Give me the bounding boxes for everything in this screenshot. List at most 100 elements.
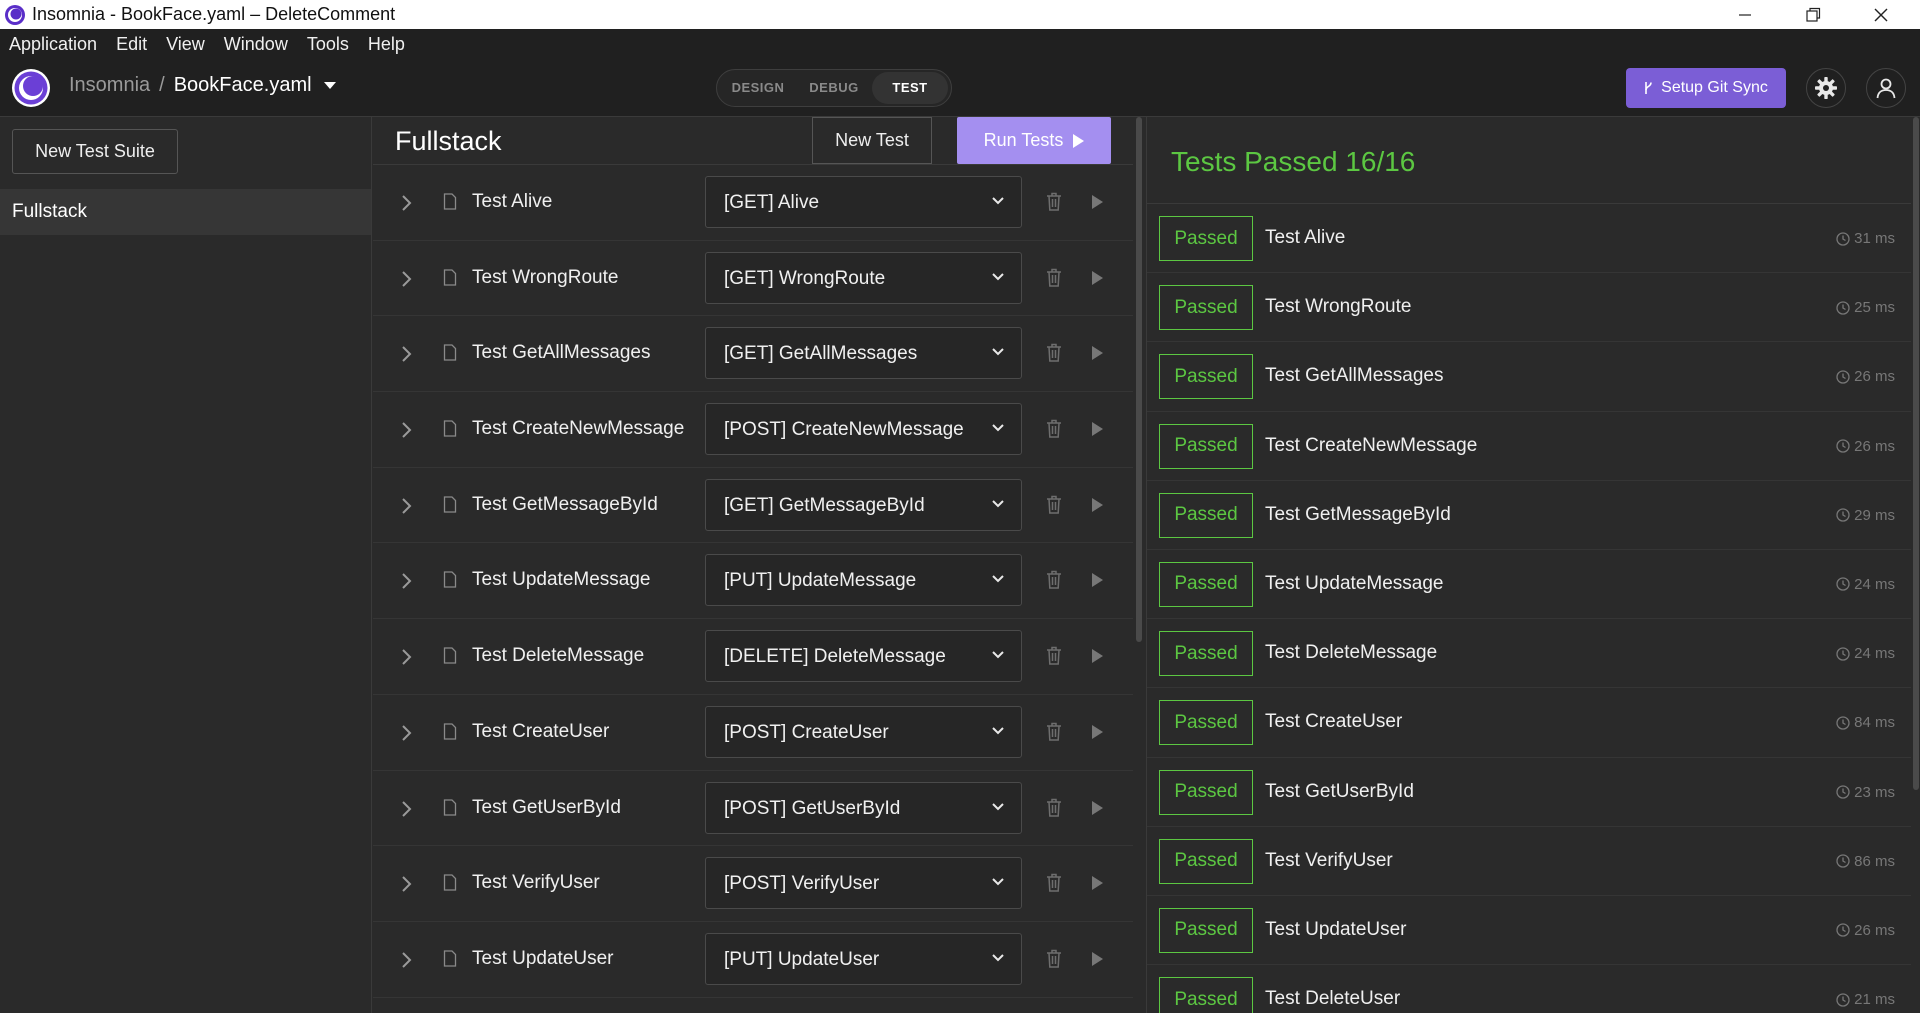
test-name[interactable]: Test VerifyUser [472, 872, 600, 894]
result-time-value: 23 ms [1854, 783, 1895, 801]
test-list-scrollbar[interactable] [1136, 117, 1142, 642]
setup-git-sync-button[interactable]: Setup Git Sync [1626, 68, 1786, 108]
request-select[interactable]: [DELETE] DeleteMessage [705, 630, 1022, 683]
request-select[interactable]: [POST] CreateUser [705, 705, 1022, 758]
test-name[interactable]: Test UpdateUser [472, 948, 614, 970]
expand-chevron-icon[interactable] [399, 724, 413, 742]
request-select[interactable]: [PUT] UpdateMessage [705, 554, 1022, 607]
test-name[interactable]: Test GetAllMessages [472, 342, 650, 364]
document-dropdown-caret-icon[interactable] [323, 82, 336, 89]
result-row[interactable]: Passed Test DeleteUser 21 ms [1147, 965, 1911, 1013]
result-row[interactable]: Passed Test GetAllMessages 26 ms [1147, 342, 1911, 412]
run-test-play-icon[interactable] [1092, 951, 1103, 966]
result-row[interactable]: Passed Test DeleteMessage 24 ms [1147, 619, 1911, 689]
run-test-play-icon[interactable] [1092, 195, 1103, 209]
run-test-play-icon[interactable] [1092, 876, 1103, 891]
request-select[interactable]: [GET] GetMessageById [705, 478, 1022, 531]
result-row[interactable]: Passed Test CreateNewMessage 26 ms [1147, 412, 1911, 481]
menu-application[interactable]: Application [9, 34, 97, 55]
tab-design[interactable]: DESIGN [720, 72, 796, 104]
test-name[interactable]: Test CreateUser [472, 721, 609, 743]
run-test-play-icon[interactable] [1092, 270, 1103, 285]
trash-icon[interactable] [1046, 949, 1062, 968]
new-test-button[interactable]: New Test [812, 117, 932, 164]
run-test-play-icon[interactable] [1092, 346, 1103, 361]
settings-button[interactable] [1806, 68, 1846, 108]
new-test-suite-button[interactable]: New Test Suite [12, 129, 178, 174]
test-name[interactable]: Test GetMessageById [472, 494, 658, 516]
sidebar-item-fullstack[interactable]: Fullstack [0, 189, 371, 235]
expand-chevron-icon[interactable] [399, 875, 413, 893]
expand-chevron-icon[interactable] [399, 421, 413, 439]
request-select[interactable]: [PUT] UpdateUser [705, 932, 1022, 985]
result-row[interactable]: Passed Test WrongRoute 25 ms [1147, 273, 1911, 343]
request-select-value: [PUT] UpdateMessage [724, 570, 917, 592]
chevron-down-icon [992, 575, 1004, 583]
minimize-button[interactable] [1711, 0, 1779, 29]
trash-icon[interactable] [1046, 343, 1062, 363]
request-select[interactable]: [POST] GetUserById [705, 781, 1022, 834]
result-row[interactable]: Passed Test VerifyUser 86 ms [1147, 827, 1911, 896]
clock-icon [1836, 992, 1850, 1007]
run-test-play-icon[interactable] [1092, 649, 1103, 664]
trash-icon[interactable] [1046, 873, 1062, 892]
run-test-play-icon[interactable] [1092, 422, 1103, 437]
expand-chevron-icon[interactable] [399, 194, 413, 212]
trash-icon[interactable] [1046, 570, 1062, 590]
tab-test[interactable]: TEST [872, 72, 948, 104]
menu-help[interactable]: Help [368, 34, 405, 55]
account-button[interactable] [1866, 68, 1906, 108]
trash-icon[interactable] [1046, 495, 1062, 514]
trash-icon[interactable] [1046, 646, 1062, 665]
test-name[interactable]: Test DeleteMessage [472, 645, 644, 667]
request-select[interactable]: [POST] VerifyUser [705, 857, 1022, 910]
request-select[interactable]: [POST] CreateNewMessage [705, 403, 1022, 456]
run-test-play-icon[interactable] [1092, 724, 1103, 739]
result-row[interactable]: Passed Test GetMessageById 29 ms [1147, 481, 1911, 550]
menu-view[interactable]: View [166, 34, 205, 55]
run-tests-button[interactable]: Run Tests [957, 117, 1111, 164]
insomnia-logo-icon[interactable] [11, 68, 51, 108]
results-scrollbar[interactable] [1913, 117, 1919, 790]
trash-icon[interactable] [1046, 798, 1062, 817]
result-duration: 24 ms [1836, 576, 1895, 593]
trash-icon[interactable] [1046, 419, 1062, 438]
result-test-name: Test DeleteUser [1265, 988, 1401, 1010]
expand-chevron-icon[interactable] [399, 270, 413, 288]
breadcrumb-document[interactable]: BookFace.yaml [174, 74, 312, 97]
request-select[interactable]: [GET] Alive [705, 176, 1022, 228]
result-row[interactable]: Passed Test UpdateMessage 24 ms [1147, 550, 1911, 620]
tab-debug[interactable]: DEBUG [796, 72, 872, 104]
request-select-value: [GET] GetAllMessages [724, 343, 918, 365]
run-test-play-icon[interactable] [1092, 497, 1103, 512]
result-row[interactable]: Passed Test Alive 31 ms [1147, 204, 1911, 274]
test-name[interactable]: Test CreateNewMessage [472, 418, 684, 440]
test-name[interactable]: Test UpdateMessage [472, 569, 651, 591]
menu-edit[interactable]: Edit [116, 34, 147, 55]
breadcrumb-home[interactable]: Insomnia [69, 74, 150, 97]
trash-icon[interactable] [1046, 268, 1062, 287]
expand-chevron-icon[interactable] [399, 800, 413, 818]
close-button[interactable] [1847, 0, 1915, 29]
menu-tools[interactable]: Tools [307, 34, 349, 55]
trash-icon[interactable] [1046, 192, 1062, 211]
request-select[interactable]: [GET] GetAllMessages [705, 327, 1022, 380]
expand-chevron-icon[interactable] [399, 648, 413, 666]
expand-chevron-icon[interactable] [399, 345, 413, 363]
run-test-play-icon[interactable] [1092, 800, 1103, 815]
expand-chevron-icon[interactable] [399, 497, 413, 515]
test-name[interactable]: Test Alive [472, 191, 552, 213]
restore-button[interactable] [1779, 0, 1847, 29]
expand-chevron-icon[interactable] [399, 572, 413, 590]
menu-window[interactable]: Window [224, 34, 288, 55]
request-select[interactable]: [GET] WrongRoute [705, 251, 1022, 304]
result-time-value: 26 ms [1854, 921, 1895, 939]
result-row[interactable]: Passed Test GetUserById 23 ms [1147, 758, 1911, 827]
result-row[interactable]: Passed Test CreateUser 84 ms [1147, 688, 1911, 758]
test-name[interactable]: Test WrongRoute [472, 267, 618, 289]
expand-chevron-icon[interactable] [399, 951, 413, 969]
trash-icon[interactable] [1046, 722, 1062, 741]
result-row[interactable]: Passed Test UpdateUser 26 ms [1147, 896, 1911, 966]
run-test-play-icon[interactable] [1092, 573, 1103, 588]
test-name[interactable]: Test GetUserById [472, 797, 621, 819]
